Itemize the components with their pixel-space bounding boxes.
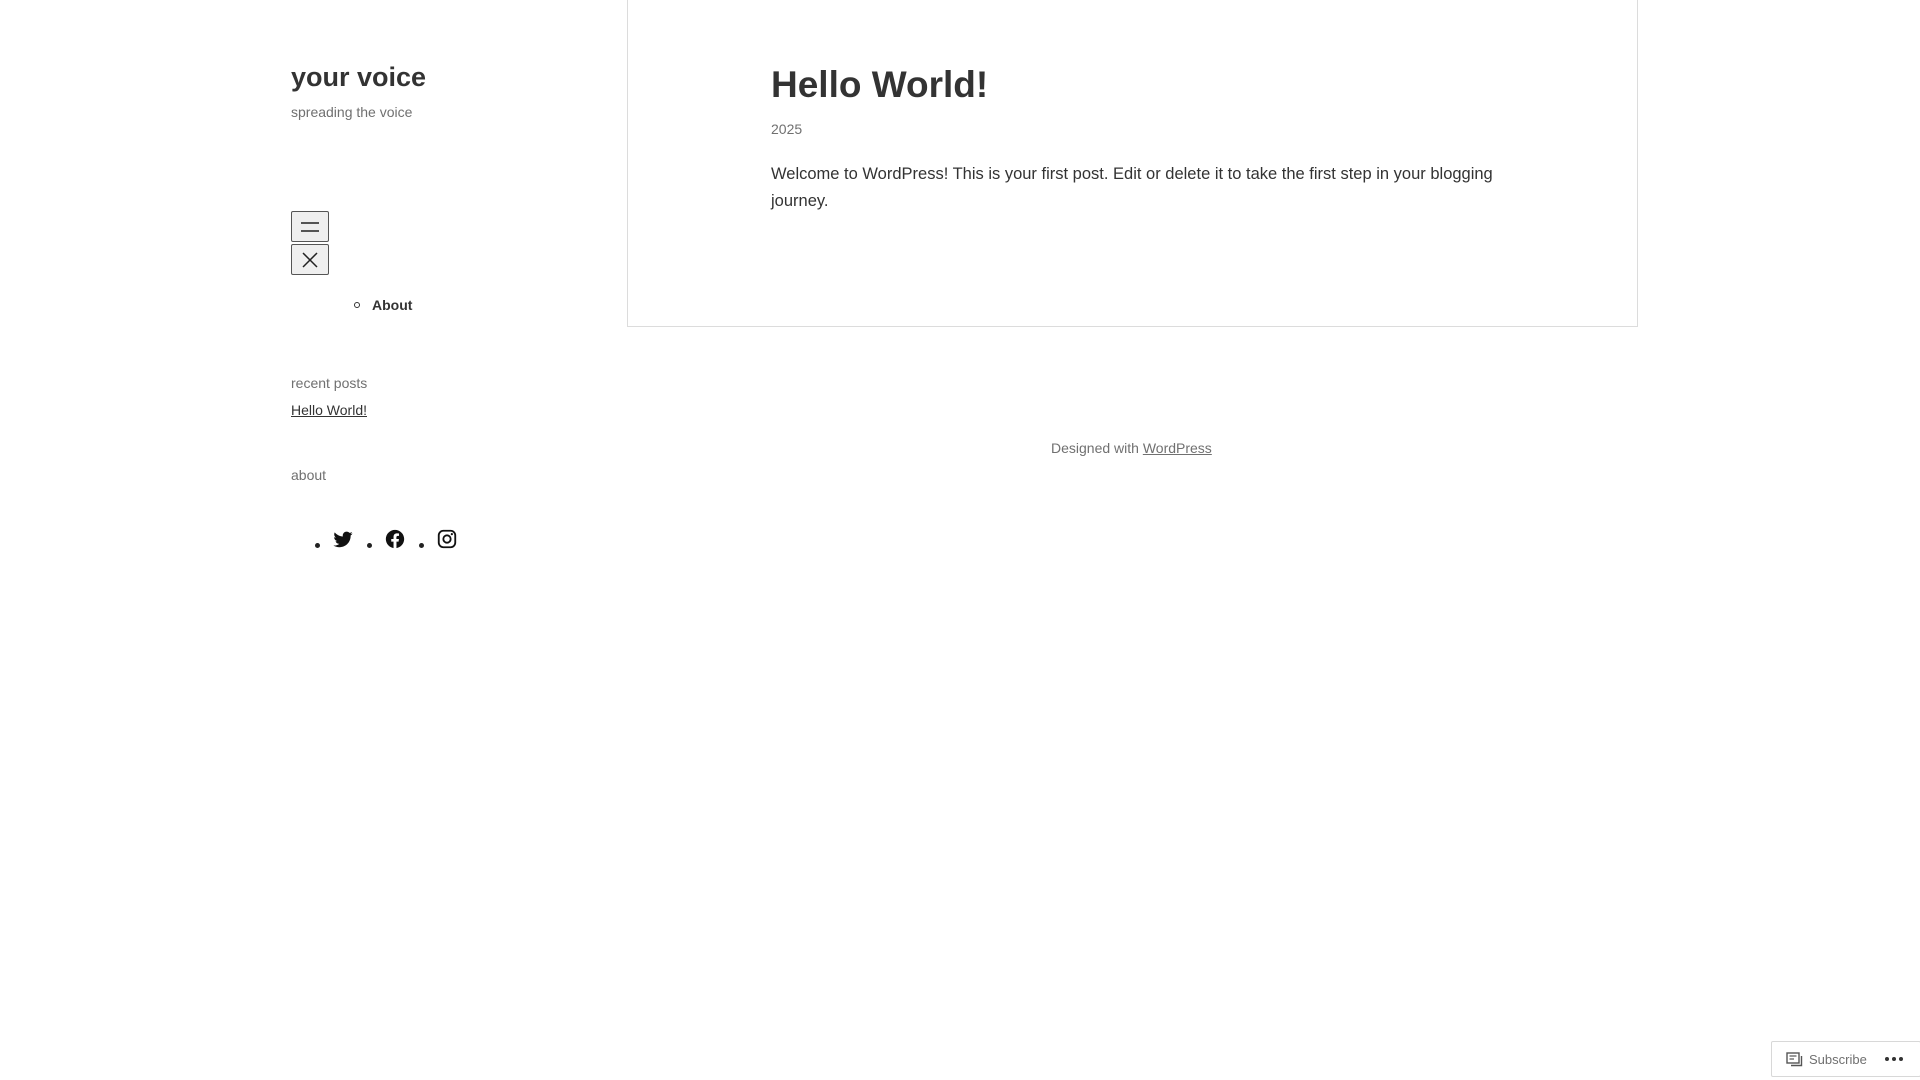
site-title[interactable]: your voice — [291, 62, 426, 93]
close-icon — [301, 251, 319, 269]
social-links — [315, 528, 471, 550]
post-date[interactable]: 2025 — [771, 121, 802, 137]
list-bullet — [315, 543, 320, 548]
footer-credit-text: Designed with — [1051, 440, 1139, 456]
site-footer: Designed with WordPress — [1051, 440, 1212, 456]
post-title[interactable]: Hello World! — [771, 64, 988, 106]
twitter-icon[interactable] — [332, 528, 354, 550]
list-bullet — [367, 543, 372, 548]
site-tagline: spreading the voice — [291, 104, 413, 120]
menu-close-button[interactable] — [291, 244, 329, 275]
wordpress-link[interactable]: WordPress — [1143, 440, 1212, 456]
recent-post-link[interactable]: Hello World! — [291, 402, 367, 418]
instagram-icon[interactable] — [436, 528, 458, 550]
about-heading: about — [291, 467, 327, 483]
recent-posts-heading: recent posts — [291, 375, 368, 391]
more-horizontal-icon[interactable] — [1884, 1056, 1904, 1062]
facebook-icon[interactable] — [384, 528, 406, 550]
hamburger-menu-icon — [300, 220, 320, 234]
post-card: Hello World! 2025 Welcome to WordPress! … — [627, 0, 1638, 327]
subscribe-bar: Subscribe — [1771, 1041, 1920, 1077]
post-content: Welcome to WordPress! This is your first… — [771, 165, 1493, 210]
nav-item-label[interactable]: About — [372, 297, 412, 313]
subscribe-button[interactable]: Subscribe — [1809, 1052, 1867, 1067]
menu-open-button[interactable] — [291, 211, 329, 242]
reader-icon[interactable] — [1786, 1051, 1803, 1067]
list-bullet — [419, 543, 424, 548]
nav-item-about[interactable]: About — [354, 297, 412, 313]
list-bullet — [354, 302, 360, 308]
